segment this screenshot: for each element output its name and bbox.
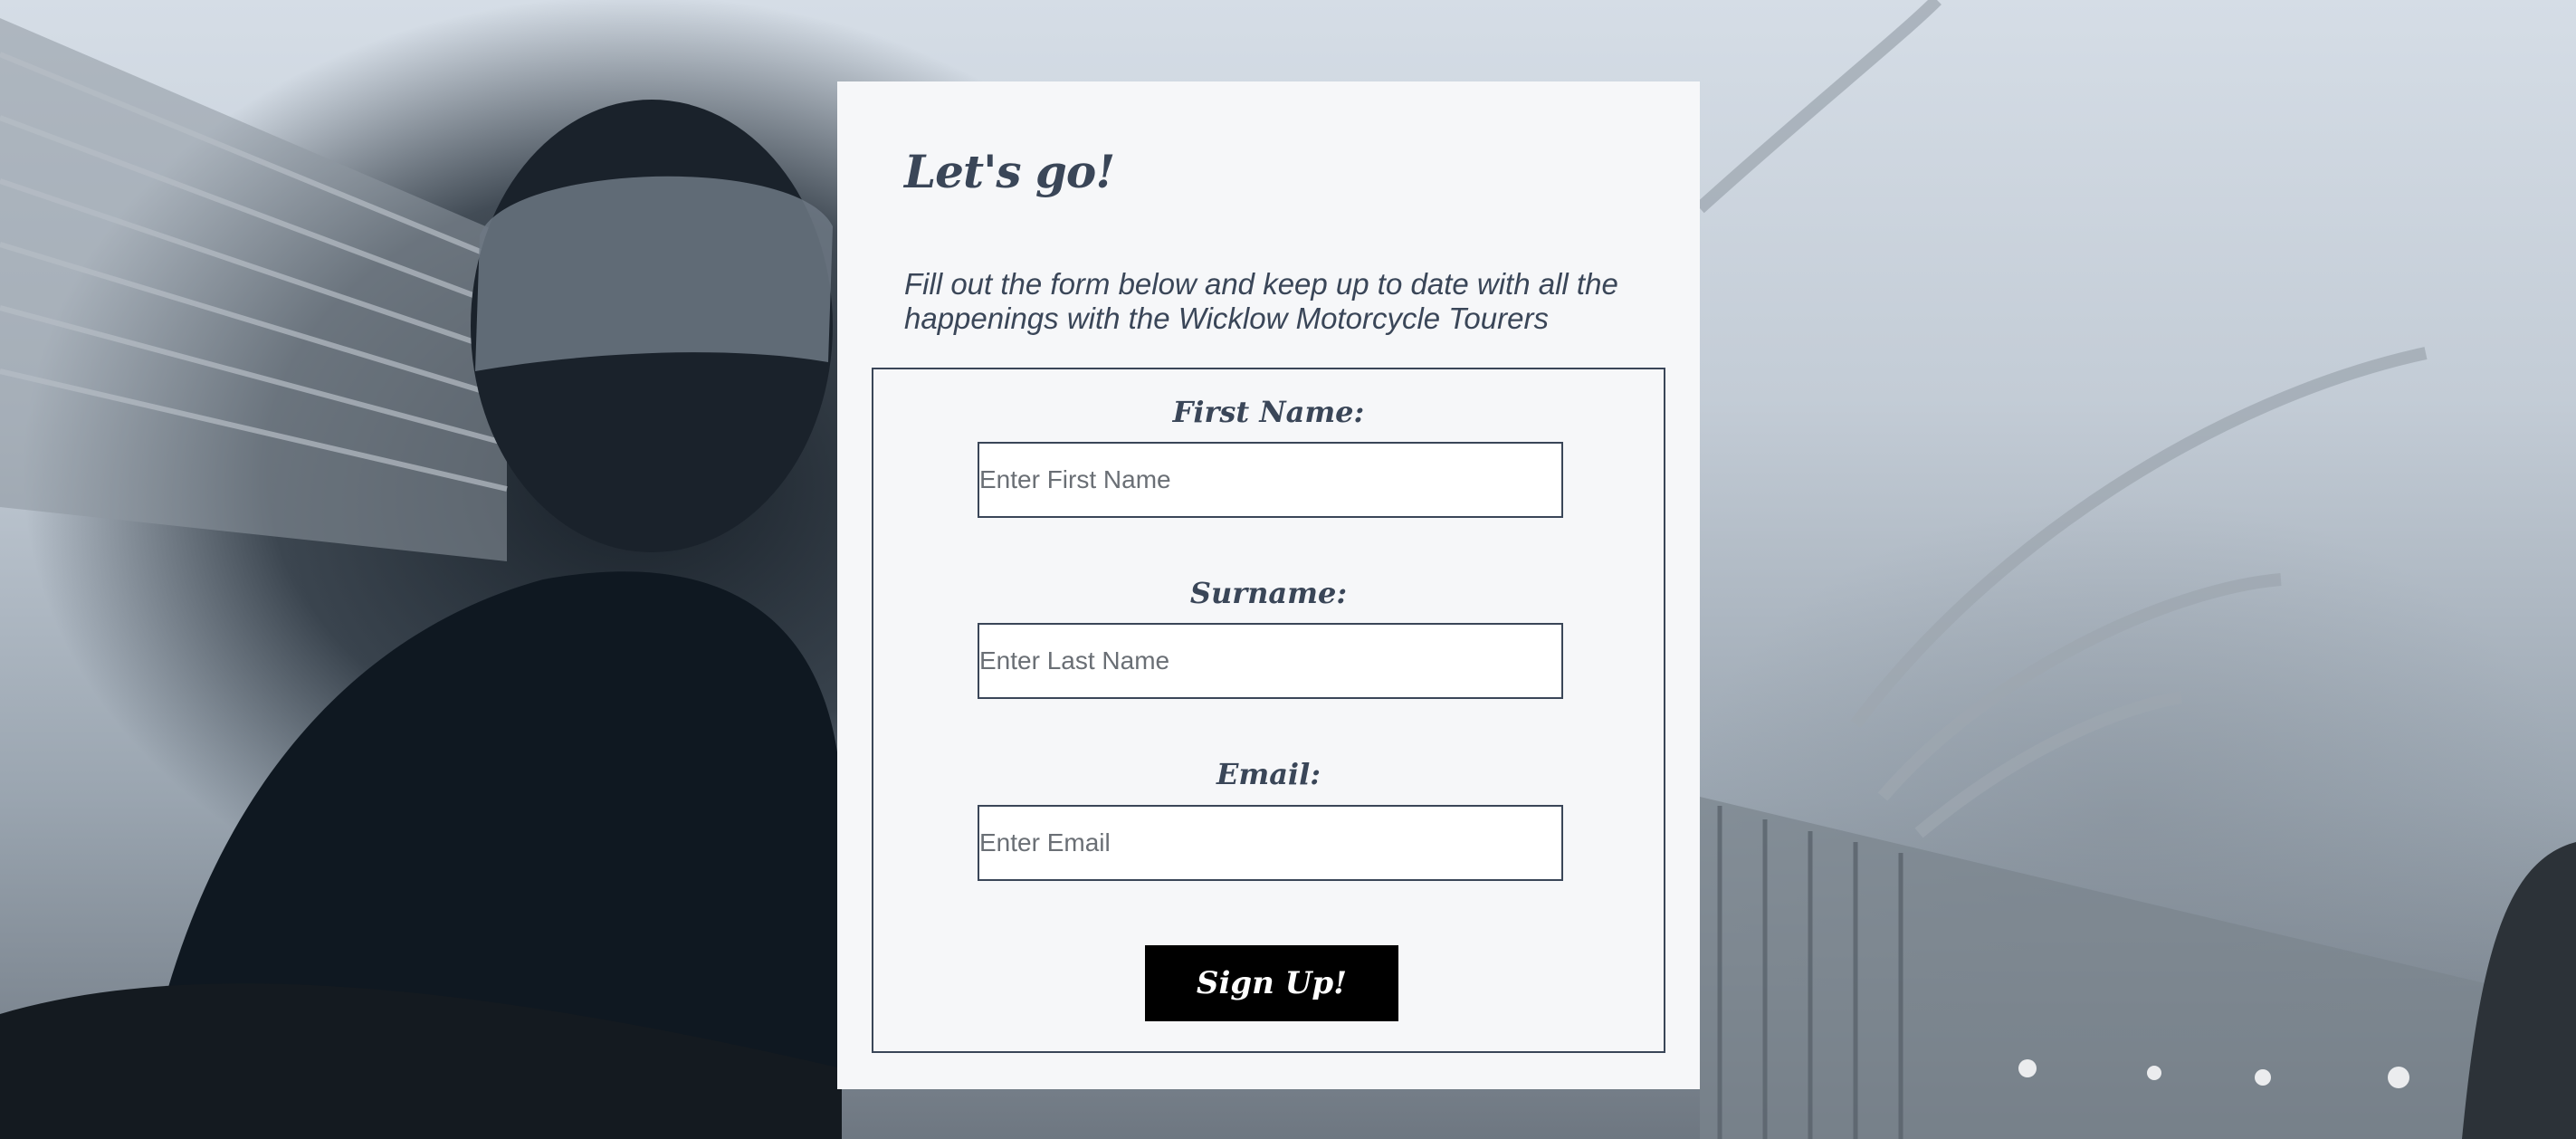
email-label: Email: <box>1216 757 1321 791</box>
surname-label: Surname: <box>1189 576 1348 610</box>
first-name-label: First Name: <box>1172 395 1365 429</box>
surname-input[interactable] <box>978 623 1563 699</box>
email-input[interactable] <box>978 805 1563 881</box>
signup-form: First Name: Surname: Email: Sign Up! <box>872 368 1665 1053</box>
signup-card: Let's go! Fill out the form below and ke… <box>837 81 1700 1089</box>
page-title: Let's go! <box>904 145 1115 198</box>
intro-text: Fill out the form below and keep up to d… <box>904 267 1618 335</box>
sign-up-button[interactable]: Sign Up! <box>1145 945 1398 1021</box>
first-name-input[interactable] <box>978 442 1563 518</box>
